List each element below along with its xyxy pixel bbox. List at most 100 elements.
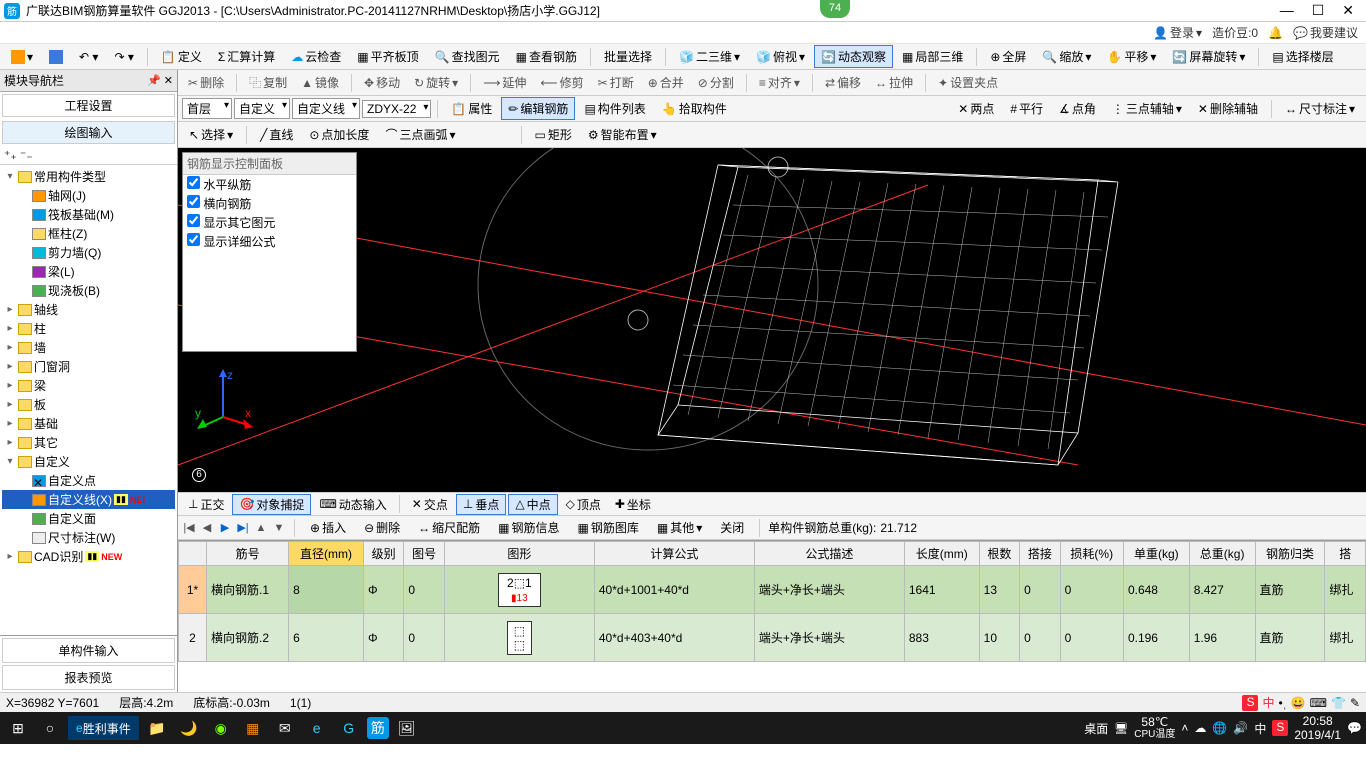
extend-button[interactable]: ⟶ 延伸 <box>477 72 532 93</box>
props-button[interactable]: 📋 属性 <box>444 97 499 120</box>
ptlen-button[interactable]: ⊙ 点加长度 <box>302 123 376 146</box>
grid-info[interactable]: ▦ 钢筋信息 <box>491 516 566 539</box>
rebar-data-grid[interactable]: 筋号直径(mm) 级别图号 图形计算公式 公式描述长度(mm) 根数搭接 损耗(… <box>178 540 1366 692</box>
viewport-3d[interactable]: 钢筋显示控制面板 水平纵筋 横向钢筋 显示其它图元 显示详细公式 z y x 6 <box>178 148 1366 492</box>
login-link[interactable]: 👤 登录 ▾ <box>1153 24 1202 41</box>
taskbar-ggj[interactable]: 筋 <box>367 717 389 739</box>
screenrot-button[interactable]: 🔄 屏幕旋转 ▾ <box>1165 45 1252 68</box>
sogou-icon[interactable]: S <box>1242 695 1258 711</box>
apex-toggle[interactable]: ◇ 顶点 <box>560 495 607 514</box>
trim-button[interactable]: ⟵ 修剪 <box>534 72 589 93</box>
taskbar-app2[interactable]: ▦ <box>239 714 267 742</box>
taskbar-app1[interactable]: 🌙 <box>175 714 203 742</box>
pin-icon[interactable]: 📌 ✕ <box>147 74 173 87</box>
align-button[interactable]: ≡ 对齐 ▾ <box>753 72 806 93</box>
threed-button[interactable]: 🧊 二三维 ▾ <box>672 45 747 68</box>
single-input-button[interactable]: 单构件输入 <box>2 638 175 663</box>
last-button[interactable]: ▶| <box>236 521 250 534</box>
topview-button[interactable]: 🧊 俯视 ▾ <box>749 45 812 68</box>
mid-toggle[interactable]: △ 中点 <box>508 494 557 515</box>
component-tree[interactable]: ▾常用构件类型 轴网(J) 筏板基础(M) 框柱(Z) 剪力墙(Q) 梁(L) … <box>0 165 177 635</box>
flatslab-button[interactable]: ▦ 平齐板顶 <box>350 45 425 68</box>
zdyx-combo[interactable]: ZDYX-22 <box>362 100 431 118</box>
select-button[interactable]: ↖ 选择 ▾ <box>182 123 240 146</box>
tray-net[interactable]: 🌐 <box>1212 721 1227 735</box>
dynview-button[interactable]: 🔄 动态观察 <box>814 45 893 68</box>
opt-transverse[interactable]: 横向钢筋 <box>183 194 356 213</box>
taskbar-app4[interactable]: 🖼 <box>393 714 421 742</box>
tray-clock[interactable]: 20:582019/4/1 <box>1294 714 1341 743</box>
rotate-button[interactable]: ↻ 旋转 ▾ <box>408 72 464 93</box>
up-button[interactable]: ▲ <box>254 522 268 534</box>
grid-delete[interactable]: ⊖ 删除 <box>357 516 407 539</box>
isect-toggle[interactable]: ✕ 交点 <box>406 495 454 514</box>
elemlist-button[interactable]: ▤ 构件列表 <box>577 97 652 120</box>
taskbar-mail[interactable]: ✉ <box>271 714 299 742</box>
tray-chevron[interactable]: ˄ <box>1181 721 1188 735</box>
grid-insert[interactable]: ⊕ 插入 <box>303 516 353 539</box>
taskbar-edge[interactable]: e <box>303 714 331 742</box>
cloudcheck-button[interactable]: ☁ 云检查 <box>284 45 348 68</box>
draw-input-button[interactable]: 绘图输入 <box>2 121 175 144</box>
copy-button[interactable]: ⿻ 复制 <box>243 72 293 93</box>
suggest-link[interactable]: 💬 我要建议 <box>1293 24 1358 41</box>
move-button[interactable]: ✥ 移动 <box>358 72 406 93</box>
perp-toggle[interactable]: ⊥ 垂点 <box>456 494 506 515</box>
ptangle-button[interactable]: ∡ 点角 <box>1052 97 1103 120</box>
tray-vol[interactable]: 🔊 <box>1233 721 1248 735</box>
grid-scale[interactable]: ↔ 缩尺配筋 <box>411 516 487 539</box>
custom-combo[interactable]: 自定义 <box>234 98 290 119</box>
opt-others[interactable]: 显示其它图元 <box>183 213 356 232</box>
next-button[interactable]: ▶ <box>218 521 232 534</box>
floor-combo[interactable]: 首层 <box>182 98 232 119</box>
viewrebar-button[interactable]: ▦ 查看钢筋 <box>509 45 584 68</box>
tray-ime[interactable]: 中 <box>1254 720 1266 737</box>
minimize-button[interactable]: — <box>1280 2 1294 19</box>
coord-toggle[interactable]: ✚ 坐标 <box>609 495 657 514</box>
setpinch-button[interactable]: ✦ 设置夹点 <box>932 72 1004 93</box>
score-badge[interactable]: 74 <box>820 0 850 18</box>
grid-other[interactable]: ▦ 其他 ▾ <box>650 516 709 539</box>
break-button[interactable]: ✂ 打断 <box>592 72 640 93</box>
parallel-button[interactable]: # 平行 <box>1003 97 1050 120</box>
define-button[interactable]: 📋 定义 <box>154 45 209 68</box>
findelem-button[interactable]: 🔍 查找图元 <box>428 45 507 68</box>
proj-settings-button[interactable]: 工程设置 <box>2 94 175 117</box>
bell-icon[interactable]: 🔔 <box>1268 26 1283 40</box>
close-button[interactable]: ✕ <box>1342 2 1354 19</box>
down-button[interactable]: ▼ <box>272 522 286 534</box>
pan-button[interactable]: ✋ 平移 ▾ <box>1100 45 1163 68</box>
first-button[interactable]: |◀ <box>182 521 196 534</box>
local3d-button[interactable]: ▦ 局部三维 <box>895 45 970 68</box>
line-button[interactable]: ╱ 直线 <box>253 123 300 146</box>
report-preview-button[interactable]: 报表预览 <box>2 665 175 690</box>
offset-button[interactable]: ⇄ 偏移 <box>819 72 867 93</box>
opt-horizontal[interactable]: 水平纵筋 <box>183 175 356 194</box>
maximize-button[interactable]: ☐ <box>1312 2 1325 19</box>
zoom-button[interactable]: 🔍 缩放 ▾ <box>1035 45 1098 68</box>
delaux-button[interactable]: ✕ 删除辅轴 <box>1191 97 1265 120</box>
cortana-icon[interactable]: ○ <box>36 714 64 742</box>
sumcalc-button[interactable]: Σ 汇算计算 <box>211 45 282 68</box>
taskbar-app3[interactable]: G <box>335 714 363 742</box>
stretch-button[interactable]: ↔ 拉伸 <box>869 72 919 93</box>
opt-formula[interactable]: 显示详细公式 <box>183 232 356 251</box>
ortho-toggle[interactable]: ⊥ 正交 <box>182 495 230 514</box>
customline-combo[interactable]: 自定义线 <box>292 98 360 119</box>
arc3-button[interactable]: ⌒ 三点画弧 ▾ <box>378 123 462 146</box>
show-desktop[interactable]: 桌面 <box>1084 720 1108 737</box>
save-button[interactable] <box>42 47 70 67</box>
taskbar-360[interactable]: ◉ <box>207 714 235 742</box>
open-button[interactable]: ▾ <box>4 47 40 67</box>
prev-button[interactable]: ◀ <box>200 521 214 534</box>
editrebar-button[interactable]: ✏ 编辑钢筋 <box>501 97 575 120</box>
ime-cn[interactable]: 中 <box>1262 694 1274 711</box>
taskbar-ie[interactable]: e 胜利事件 <box>68 716 139 740</box>
grid-close[interactable]: 关闭 <box>713 516 751 539</box>
tray-cloud[interactable]: ☁ <box>1194 721 1206 735</box>
delete-button[interactable]: ✂ 删除 <box>182 72 230 93</box>
start-button[interactable]: ⊞ <box>4 714 32 742</box>
fullscreen-button[interactable]: ⊕ 全屏 <box>983 45 1033 68</box>
rebar-display-panel[interactable]: 钢筋显示控制面板 水平纵筋 横向钢筋 显示其它图元 显示详细公式 <box>182 152 357 352</box>
taskbar[interactable]: ⊞ ○ e 胜利事件 📁 🌙 ◉ ▦ ✉ e G 筋 🖼 桌面🖥 58℃CPU温… <box>0 712 1366 744</box>
